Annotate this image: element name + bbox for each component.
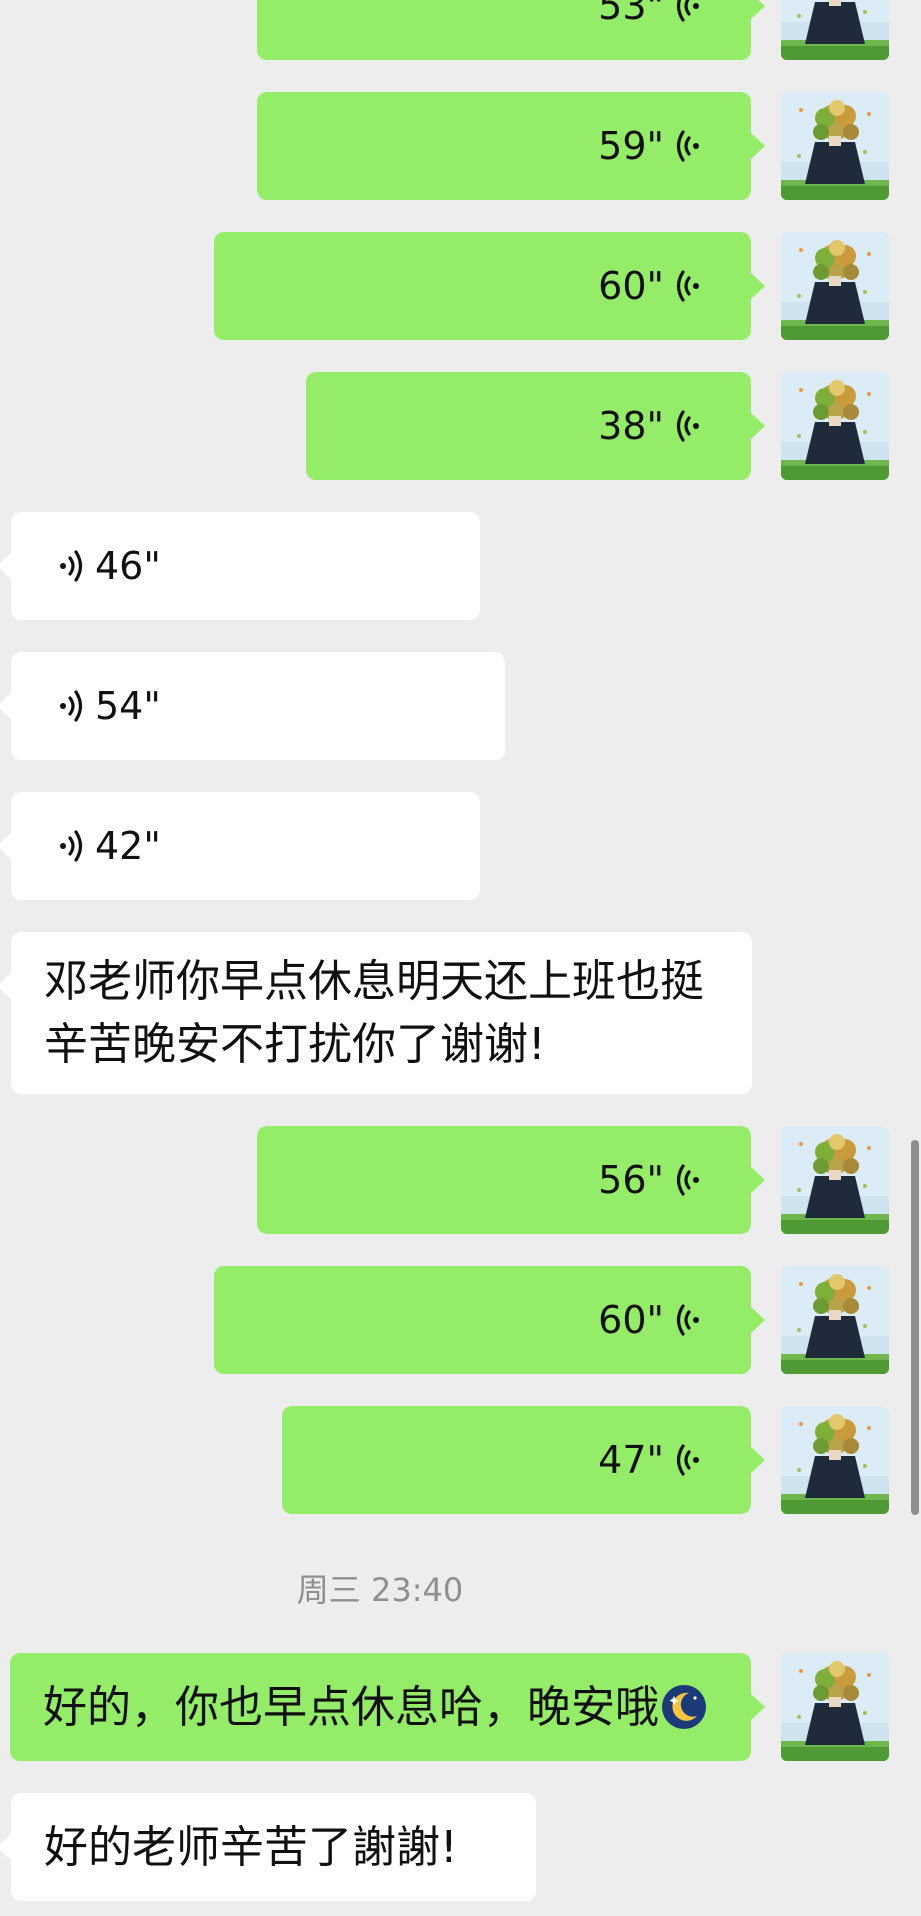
voice-wave-icon (59, 828, 83, 864)
voice-message-content: 59" (598, 92, 700, 200)
voice-message-content: 60" (598, 232, 700, 340)
user-avatar[interactable] (781, 1266, 889, 1374)
message-row-incoming: 42" (0, 792, 921, 900)
user-avatar[interactable] (781, 92, 889, 200)
message-row-outgoing: 60" (0, 1266, 921, 1374)
voice-message-bubble[interactable]: 59" (257, 92, 765, 200)
message-row-outgoing: 38" (0, 372, 921, 480)
message-row-incoming: 54" (0, 652, 921, 760)
message-row-incoming: 46" (0, 512, 921, 620)
voice-wave-icon (59, 688, 83, 724)
voice-message-bubble[interactable]: 46" (0, 512, 480, 620)
voice-wave-icon (59, 548, 83, 584)
message-row-incoming: 邓老师你早点休息明天还上班也挺辛苦晚安不打扰你了谢谢! (0, 932, 921, 1094)
message-text: 好的老师辛苦了謝謝! (44, 1821, 458, 1873)
message-row-outgoing: 59" (0, 92, 921, 200)
voice-message-bubble[interactable]: 60" (214, 232, 765, 340)
message-text: 好的，你也早点休息哈，晚安哦 (43, 1681, 659, 1733)
voice-message-bubble[interactable]: 56" (257, 1126, 765, 1234)
voice-duration: 60" (598, 1298, 664, 1342)
voice-wave-icon (676, 408, 700, 444)
voice-wave-icon (676, 1442, 700, 1478)
user-avatar[interactable] (781, 1653, 889, 1761)
voice-wave-icon (676, 128, 700, 164)
voice-duration: 60" (598, 264, 664, 308)
voice-duration: 42" (95, 824, 161, 868)
message-row-outgoing: 56" (0, 1126, 921, 1234)
text-message-bubble[interactable]: 邓老师你早点休息明天还上班也挺辛苦晚安不打扰你了谢谢! (0, 932, 752, 1094)
voice-duration: 56" (598, 1158, 664, 1202)
voice-message-content: 42" (59, 792, 161, 900)
user-avatar[interactable] (781, 1126, 889, 1234)
voice-message-content: 60" (598, 1266, 700, 1374)
message-text: 邓老师你早点休息明天还上班也挺辛苦晚安不打扰你了谢谢! (44, 956, 704, 1070)
voice-duration: 53" (598, 0, 664, 28)
voice-message-bubble[interactable]: 53" (257, 0, 765, 60)
message-row-outgoing: 60" (0, 232, 921, 340)
user-avatar[interactable] (781, 1406, 889, 1514)
user-avatar[interactable] (781, 372, 889, 480)
message-row-outgoing: 好的，你也早点休息哈，晚安哦 (0, 1653, 921, 1761)
voice-wave-icon (676, 0, 700, 24)
scrollbar[interactable] (911, 1140, 919, 1515)
message-row-incoming: 好的老师辛苦了謝謝! (0, 1793, 921, 1901)
voice-message-bubble[interactable]: 54" (0, 652, 505, 760)
message-row-outgoing: 53" (0, 0, 921, 60)
user-avatar[interactable] (781, 232, 889, 340)
voice-message-bubble[interactable]: 42" (0, 792, 480, 900)
voice-wave-icon (676, 268, 700, 304)
moon-night-emoji-icon (662, 1685, 706, 1729)
voice-message-content: 54" (59, 652, 161, 760)
voice-message-bubble[interactable]: 47" (282, 1406, 765, 1514)
voice-message-content: 53" (598, 0, 700, 60)
voice-wave-icon (676, 1302, 700, 1338)
voice-message-content: 46" (59, 512, 161, 620)
voice-duration: 59" (598, 124, 664, 168)
text-message-bubble[interactable]: 好的，你也早点休息哈，晚安哦 (10, 1653, 765, 1761)
voice-message-content: 38" (598, 372, 700, 480)
voice-duration: 54" (95, 684, 161, 728)
voice-message-bubble[interactable]: 60" (214, 1266, 765, 1374)
voice-message-content: 47" (598, 1406, 700, 1514)
chat-message-list[interactable]: 53" 59" 60" 38" 46" 54" 42" 邓老师你早点休息明天还上… (0, 0, 921, 1916)
user-avatar[interactable] (781, 0, 889, 60)
voice-message-content: 56" (598, 1126, 700, 1234)
message-timestamp: 周三 23:40 (296, 1571, 464, 1609)
text-message-bubble[interactable]: 好的老师辛苦了謝謝! (0, 1793, 536, 1901)
message-row-outgoing: 47" (0, 1406, 921, 1514)
voice-wave-icon (676, 1162, 700, 1198)
voice-duration: 47" (598, 1438, 664, 1482)
voice-duration: 38" (598, 404, 664, 448)
voice-duration: 46" (95, 544, 161, 588)
voice-message-bubble[interactable]: 38" (306, 372, 765, 480)
